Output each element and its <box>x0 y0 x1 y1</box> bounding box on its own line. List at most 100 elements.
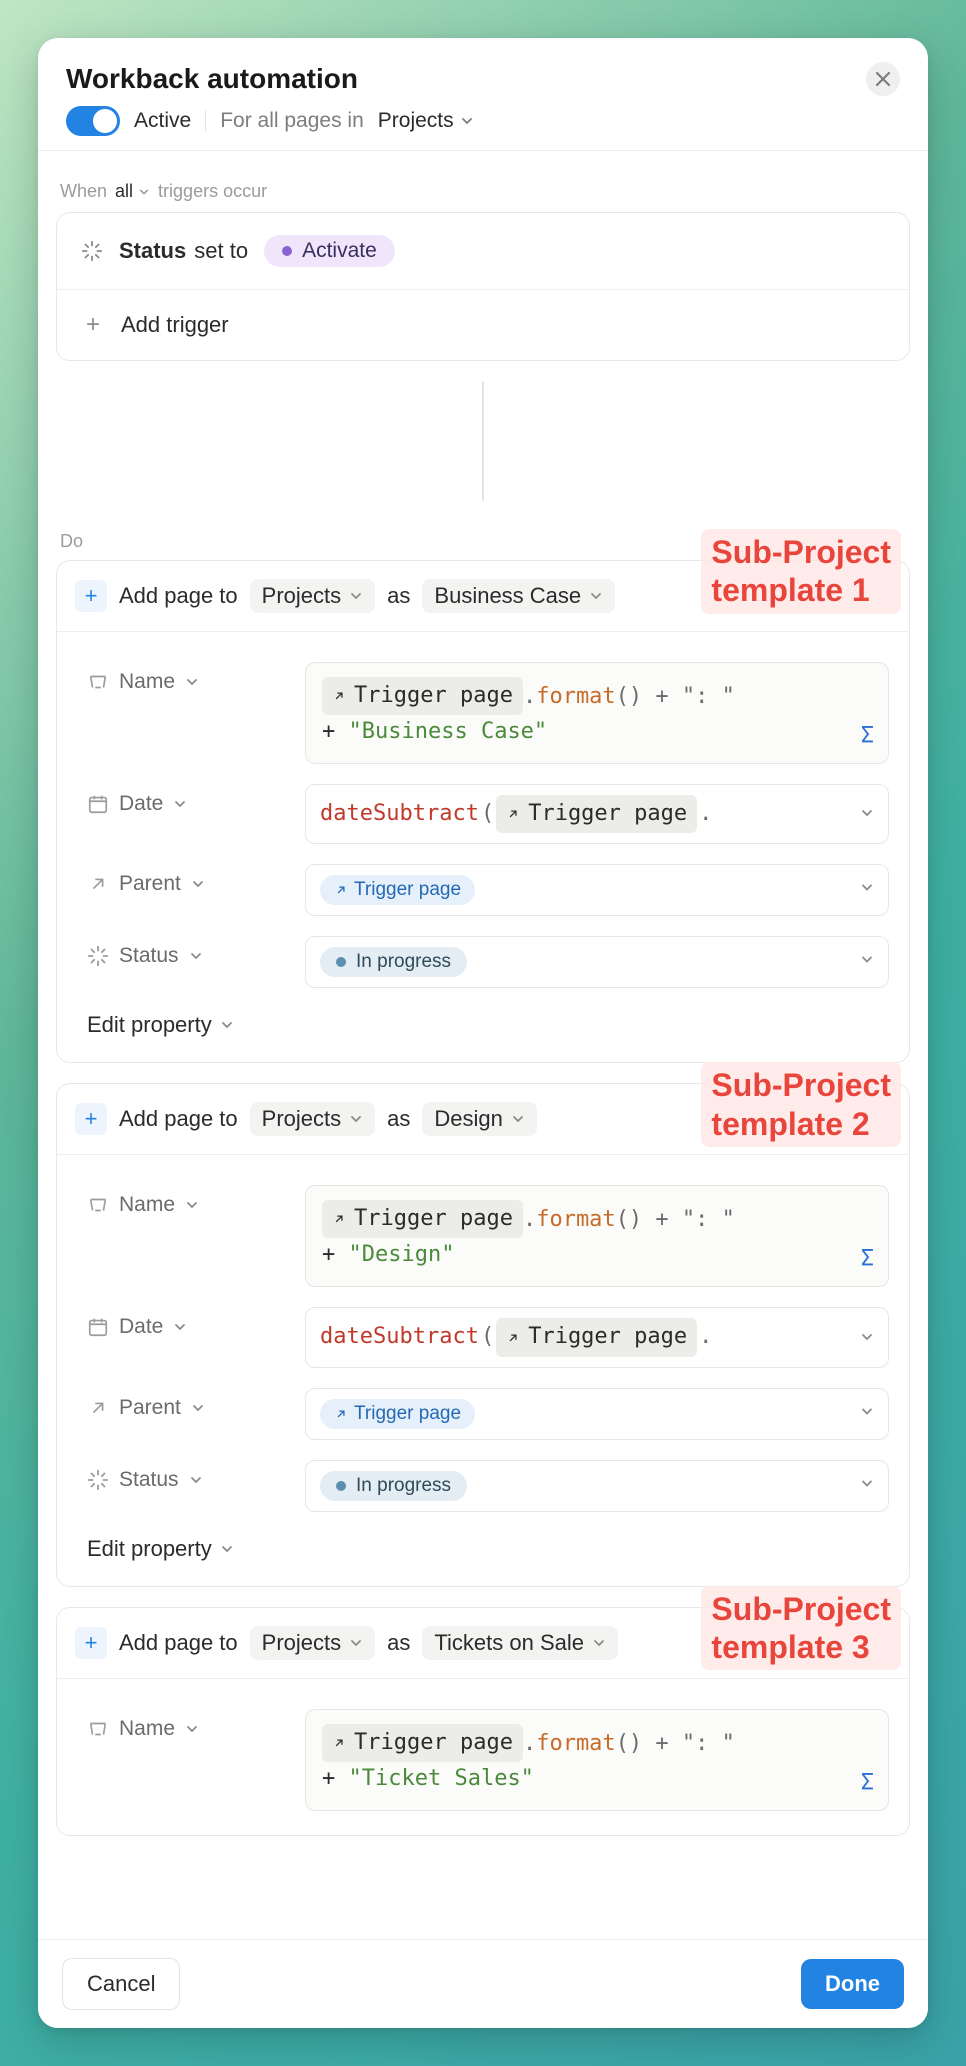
name-property[interactable]: Name <box>87 662 287 694</box>
chevron-down-icon <box>860 1476 874 1495</box>
parent-value-select[interactable]: Trigger page <box>305 1388 889 1440</box>
name-formula[interactable]: Trigger page.format() + ": " + "Design" … <box>305 1185 889 1287</box>
property-row: Status In progress <box>87 936 889 988</box>
action-header: + Add page to Projects as Design <box>57 1084 909 1154</box>
chevron-down-icon <box>860 953 874 972</box>
scope-target: Projects <box>378 109 454 133</box>
status-spinner-icon <box>81 240 103 262</box>
property-row: Date dateSubtract(Trigger page. <box>87 1307 889 1367</box>
status-pill: In progress <box>320 1471 467 1501</box>
property-row: Name Trigger page.format() + ": " + "Des… <box>87 1185 889 1287</box>
when-prefix: When <box>60 181 107 202</box>
plus-badge-icon: + <box>75 1103 107 1135</box>
panel-header: Workback automation Active For all pages… <box>38 38 928 151</box>
name-formula[interactable]: Trigger page.format() + ": " + "Business… <box>305 662 889 764</box>
edit-property-button[interactable]: Edit property <box>87 1536 234 1562</box>
chevron-down-icon <box>860 1320 874 1354</box>
action-header: + Add page to Projects as Business Case <box>57 561 909 631</box>
active-toggle[interactable] <box>66 106 120 136</box>
scope-selector[interactable]: Projects <box>378 109 474 133</box>
triggers-header: When all triggers occur <box>56 151 910 212</box>
action-card: Sub-Projecttemplate 3 + Add page to Proj… <box>56 1607 910 1836</box>
database-select[interactable]: Projects <box>250 1102 375 1136</box>
chevron-down-icon <box>460 109 474 133</box>
trigger-mode-value: all <box>115 181 133 202</box>
property-row: Date dateSubtract(Trigger page. <box>87 784 889 844</box>
scope-prefix: For all pages in <box>220 109 364 133</box>
automation-title: Workback automation <box>66 63 866 95</box>
status-property[interactable]: Status <box>87 1460 287 1492</box>
template-select[interactable]: Business Case <box>422 579 615 613</box>
trigger-page-chip: Trigger page <box>496 1318 697 1356</box>
database-select[interactable]: Projects <box>250 579 375 613</box>
template-select[interactable]: Design <box>422 1102 536 1136</box>
action-card: Sub-Projecttemplate 1 + Add page to Proj… <box>56 560 910 1063</box>
chevron-down-icon <box>860 881 874 900</box>
trigger-mode-selector[interactable]: all <box>115 181 150 202</box>
properties-block: Name Trigger page.format() + ": " + "Tic… <box>57 1678 909 1835</box>
status-dot-icon <box>282 246 292 256</box>
trigger-page-pill: Trigger page <box>320 1399 475 1429</box>
add-trigger-button[interactable]: + Add trigger <box>57 289 909 360</box>
plus-badge-icon: + <box>75 1627 107 1659</box>
status-property[interactable]: Status <box>87 936 287 968</box>
formula-button[interactable]: Σ <box>861 719 874 753</box>
edit-property-button[interactable]: Edit property <box>87 1012 234 1038</box>
chevron-down-icon <box>860 1404 874 1423</box>
trigger-value: Activate <box>302 239 377 263</box>
status-pill: In progress <box>320 947 467 977</box>
as-label: as <box>387 1106 410 1132</box>
close-icon <box>876 72 890 86</box>
as-label: as <box>387 1630 410 1656</box>
add-page-prefix: Add page to <box>119 583 238 609</box>
properties-block: Name Trigger page.format() + ": " + "Des… <box>57 1154 909 1585</box>
date-property[interactable]: Date <box>87 1307 287 1339</box>
when-suffix: triggers occur <box>158 181 267 202</box>
parent-property[interactable]: Parent <box>87 864 287 896</box>
add-page-prefix: Add page to <box>119 1630 238 1656</box>
plus-icon: + <box>81 313 105 337</box>
parent-value-select[interactable]: Trigger page <box>305 864 889 916</box>
cancel-button[interactable]: Cancel <box>62 1958 180 2010</box>
add-trigger-label: Add trigger <box>121 312 229 338</box>
status-value-select[interactable]: In progress <box>305 1460 889 1512</box>
trigger-verb: set to <box>194 238 248 264</box>
name-property[interactable]: Name <box>87 1709 287 1741</box>
action-card: Sub-Projecttemplate 2 + Add page to Proj… <box>56 1083 910 1586</box>
trigger-page-chip: Trigger page <box>322 1724 523 1762</box>
property-row: Parent Trigger page <box>87 1388 889 1440</box>
automation-panel: Workback automation Active For all pages… <box>38 38 928 2028</box>
name-property[interactable]: Name <box>87 1185 287 1217</box>
property-row: Status In progress <box>87 1460 889 1512</box>
do-section-label: Do <box>60 531 910 552</box>
property-row: Parent Trigger page <box>87 864 889 916</box>
add-page-prefix: Add page to <box>119 1106 238 1132</box>
divider <box>205 110 206 132</box>
formula-button[interactable]: Σ <box>861 1242 874 1276</box>
close-button[interactable] <box>866 62 900 96</box>
parent-property[interactable]: Parent <box>87 1388 287 1420</box>
property-row: Name Trigger page.format() + ": " + "Tic… <box>87 1709 889 1811</box>
database-select[interactable]: Projects <box>250 1626 375 1660</box>
date-property[interactable]: Date <box>87 784 287 816</box>
trigger-value-chip: Activate <box>264 235 395 267</box>
panel-body: When all triggers occur Status set to Ac… <box>38 151 928 1939</box>
date-formula[interactable]: dateSubtract(Trigger page. <box>305 1307 889 1367</box>
triggers-card: Status set to Activate + Add trigger <box>56 212 910 361</box>
trigger-page-chip: Trigger page <box>322 677 523 715</box>
done-button[interactable]: Done <box>801 1959 904 2009</box>
panel-footer: Cancel Done <box>38 1939 928 2028</box>
trigger-property: Status <box>119 238 186 264</box>
trigger-condition[interactable]: Status set to Activate <box>57 213 909 289</box>
active-label: Active <box>134 109 191 133</box>
chevron-down-icon <box>138 181 150 202</box>
trigger-page-chip: Trigger page <box>322 1200 523 1238</box>
properties-block: Name Trigger page.format() + ": " + "Bus… <box>57 631 909 1062</box>
template-select[interactable]: Tickets on Sale <box>422 1626 618 1660</box>
action-header: + Add page to Projects as Tickets on Sal… <box>57 1608 909 1678</box>
status-value-select[interactable]: In progress <box>305 936 889 988</box>
plus-badge-icon: + <box>75 580 107 612</box>
name-formula[interactable]: Trigger page.format() + ": " + "Ticket S… <box>305 1709 889 1811</box>
formula-button[interactable]: Σ <box>861 1766 874 1800</box>
date-formula[interactable]: dateSubtract(Trigger page. <box>305 784 889 844</box>
